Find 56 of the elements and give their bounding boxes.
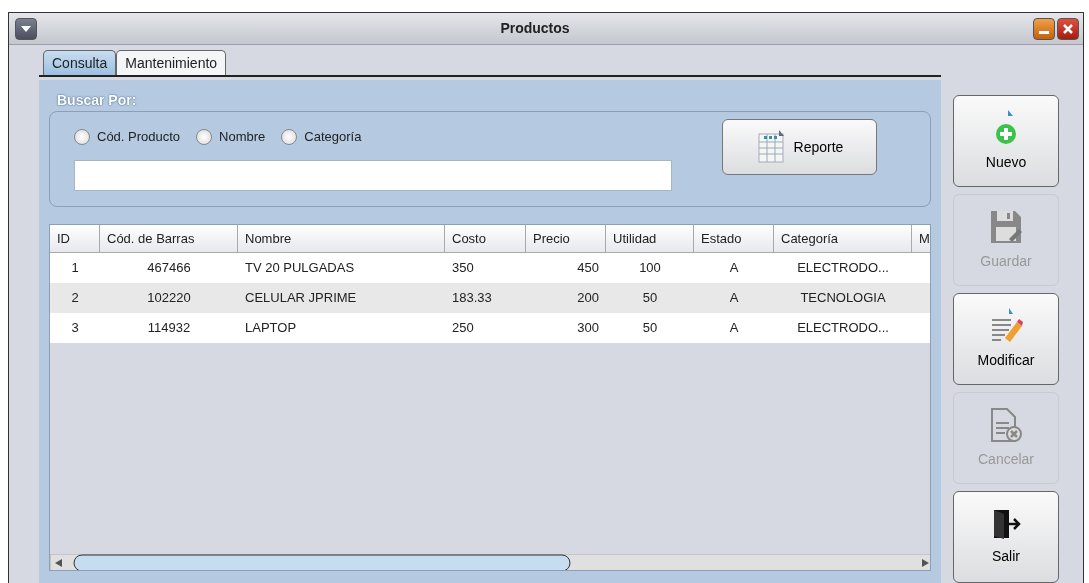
- table-cell-text: TV 20 PULGADAS: [244, 259, 356, 277]
- table-cell-text: 467466: [146, 259, 192, 277]
- table-cell-text: 450: [576, 259, 600, 277]
- action-button[interactable]: Nuevo: [953, 95, 1059, 187]
- report-button[interactable]: Reporte: [722, 119, 877, 175]
- table-cell-text: A: [728, 289, 740, 307]
- group-label: Buscar Por:: [57, 91, 138, 110]
- radio-option[interactable]: Categoría: [281, 126, 362, 147]
- table-cell-text: TECNOLOGIA: [799, 289, 887, 307]
- spreadsheet-icon: [755, 130, 786, 164]
- table-cell-text: LAPTOP: [244, 319, 298, 337]
- exit-button[interactable]: Salir: [953, 491, 1059, 583]
- minimize-button[interactable]: [1033, 17, 1055, 40]
- window-title: Productos: [499, 19, 571, 38]
- table-cell-text: 300: [576, 319, 600, 337]
- table-cell-text: A: [728, 259, 740, 277]
- column-header[interactable]: Precio: [526, 225, 606, 253]
- column-header[interactable]: Nombre: [238, 225, 445, 253]
- tab[interactable]: Mantenimiento: [116, 50, 227, 75]
- table-cell-text: 200: [576, 289, 600, 307]
- search-field[interactable]: [74, 160, 672, 192]
- window-menu-button[interactable]: [15, 17, 37, 40]
- radio-option[interactable]: Nombre: [196, 126, 266, 147]
- table-cell-text: 50: [641, 319, 659, 337]
- table-cell-text: 102220: [146, 289, 192, 307]
- radio-option[interactable]: Cód. Producto: [74, 126, 181, 147]
- table-cell-text: 250: [451, 319, 475, 337]
- table-cell-text: 100: [638, 259, 662, 277]
- column-header[interactable]: M: [912, 225, 930, 253]
- table-cell-text: 1: [70, 259, 80, 277]
- table-cell-text: 3: [70, 319, 80, 337]
- table-cell-text: A: [728, 319, 740, 337]
- column-header[interactable]: Utilidad: [606, 225, 694, 253]
- horizontal-scrollbar[interactable]: [50, 553, 930, 570]
- tab[interactable]: Consulta: [43, 50, 117, 75]
- door-arrow-icon: [991, 507, 1021, 540]
- column-header[interactable]: Cód. de Barras: [100, 225, 238, 253]
- table-cell-text: 2: [70, 289, 80, 307]
- triangle-down-icon: [20, 23, 32, 34]
- column-header[interactable]: Categoría: [774, 225, 912, 253]
- close-icon: [1062, 22, 1074, 35]
- document-pencil-icon: [989, 307, 1023, 344]
- table-cell-text: 114932: [146, 319, 192, 337]
- column-header[interactable]: ID: [50, 225, 100, 253]
- table-cell-text: CELULAR JPRIME: [244, 289, 358, 307]
- document-x-icon: [989, 406, 1023, 443]
- table-cell-text: ELECTRODO...: [796, 259, 890, 277]
- column-header[interactable]: Estado: [694, 225, 774, 253]
- table-cell-text: 50: [641, 289, 659, 307]
- table-cell-text: 350: [451, 259, 475, 277]
- minimize-icon: [1039, 31, 1049, 34]
- table-cell-text: 183.33: [451, 289, 493, 307]
- table-cell-text: ELECTRODO...: [796, 319, 890, 337]
- column-header[interactable]: Costo: [445, 225, 526, 253]
- action-button[interactable]: Modificar: [953, 293, 1059, 385]
- close-button[interactable]: [1057, 17, 1079, 40]
